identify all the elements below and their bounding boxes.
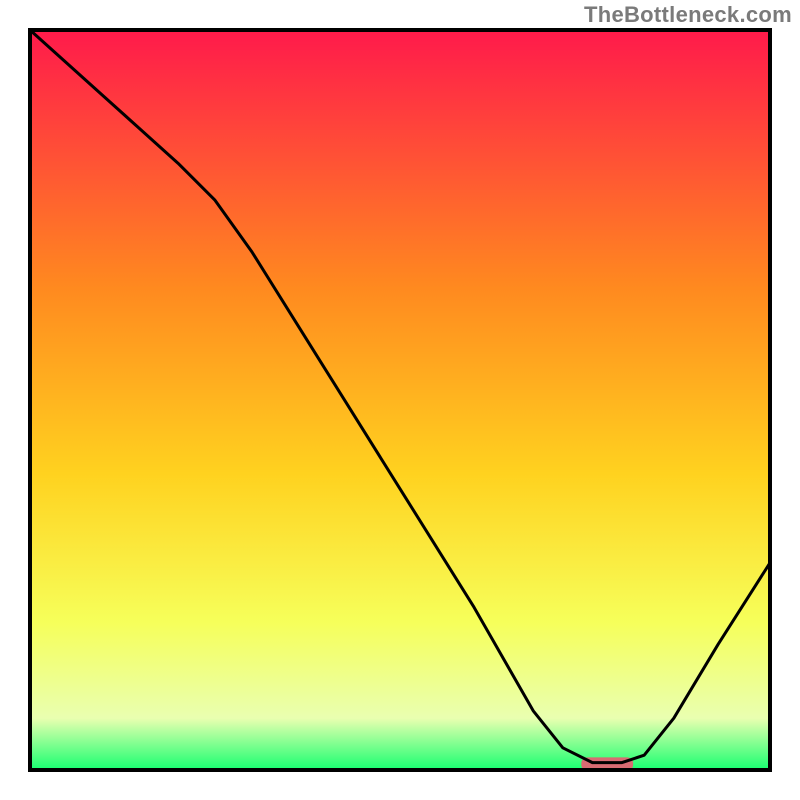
plot-background (30, 30, 770, 770)
chart-canvas: TheBottleneck.com (0, 0, 800, 800)
bottleneck-chart (0, 0, 800, 800)
